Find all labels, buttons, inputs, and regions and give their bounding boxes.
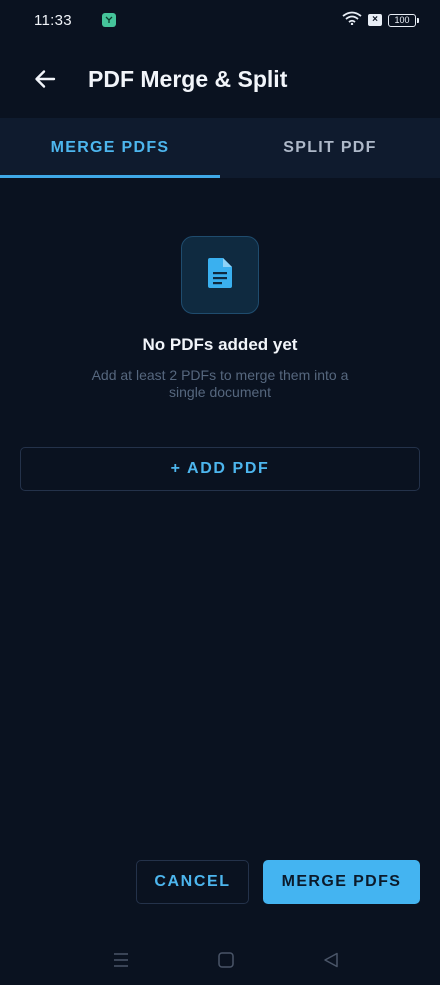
tab-merge-pdfs[interactable]: MERGE PDFS <box>0 118 220 178</box>
screen: 11:33 × 100 PDF Merge & Split MERGE PDFS… <box>0 0 440 985</box>
empty-state-title: No PDFs added yet <box>142 335 298 354</box>
status-time: 11:33 <box>34 11 72 29</box>
document-icon <box>207 257 233 294</box>
tab-bar: MERGE PDFS SPLIT PDF <box>0 118 440 178</box>
system-nav-bar <box>0 935 440 985</box>
empty-state-subtitle: Add at least 2 PDFs to merge them into a… <box>91 367 349 400</box>
status-icons: × 100 <box>342 11 419 30</box>
back-triangle-icon[interactable] <box>319 948 343 972</box>
home-icon[interactable] <box>214 948 238 972</box>
menu-icon[interactable] <box>109 948 133 972</box>
merge-pdfs-button[interactable]: MERGE PDFS <box>263 860 420 904</box>
wifi-icon <box>342 11 362 30</box>
empty-state-icon-box <box>181 236 259 314</box>
status-bar: 11:33 × 100 <box>0 0 440 40</box>
app-bar: PDF Merge & Split <box>0 40 440 118</box>
tab-split-pdf[interactable]: SPLIT PDF <box>220 118 440 178</box>
arrow-left-icon[interactable] <box>30 64 60 94</box>
cancel-button[interactable]: CANCEL <box>136 860 249 904</box>
app-notification-icon <box>101 13 116 27</box>
page-title: PDF Merge & Split <box>88 65 288 92</box>
add-pdf-button[interactable]: + ADD PDF <box>20 447 420 491</box>
battery-icon: 100 <box>388 13 419 27</box>
sim-x-icon: × <box>368 14 382 26</box>
